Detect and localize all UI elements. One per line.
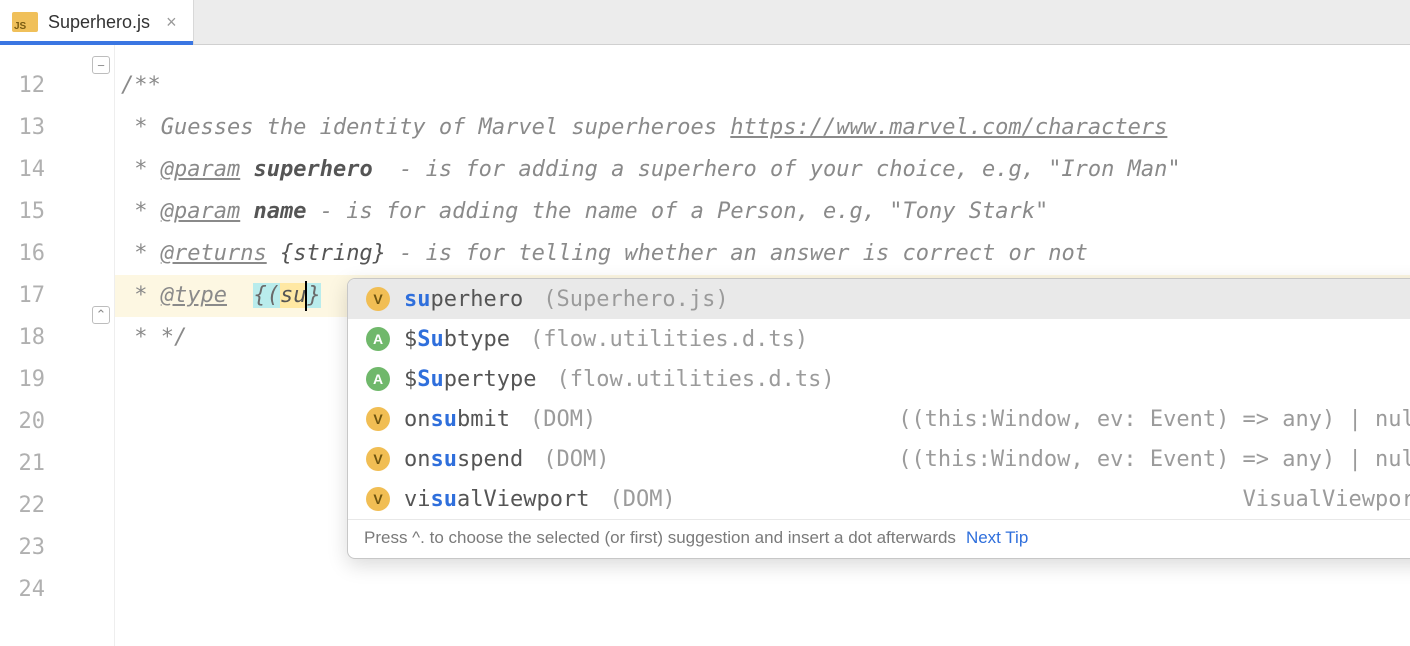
kind-variable-icon: V <box>366 487 390 511</box>
line-number: 23 <box>0 527 55 569</box>
line-number: 21 <box>0 443 55 485</box>
kind-variable-icon: V <box>366 287 390 311</box>
kind-abstract-icon: A <box>366 327 390 351</box>
line-number: 13 <box>0 107 55 149</box>
fold-gutter: − ⌃ <box>55 45 115 646</box>
tab-title: Superhero.js <box>48 12 150 33</box>
line-number-gutter: 12131415161718192021222324 <box>0 45 55 646</box>
line-number: 19 <box>0 359 55 401</box>
autocomplete-item[interactable]: Vonsubmit (DOM) ((this:Window, ev: Event) … <box>348 399 1410 439</box>
autocomplete-item[interactable]: Vsuperhero (Superhero.js) <box>348 279 1410 319</box>
suggestion-name: $Subtype <box>404 327 510 352</box>
line-number: 18 <box>0 317 55 359</box>
suggestion-name: visualViewport <box>404 487 589 512</box>
js-file-icon <box>12 12 38 32</box>
line-number: 20 <box>0 401 55 443</box>
kind-variable-icon: V <box>366 407 390 431</box>
suggestion-name: superhero <box>404 287 523 312</box>
suggestion-source: (Superhero.js) <box>543 287 728 312</box>
tab-bar: Superhero.js × <box>0 0 1410 45</box>
file-tab[interactable]: Superhero.js × <box>0 0 194 44</box>
line-number: 17 <box>0 275 55 317</box>
code-line: * @param superhero - is for adding a sup… <box>115 149 1410 191</box>
suggestion-source: (DOM) <box>530 407 596 432</box>
line-number: 16 <box>0 233 55 275</box>
autocomplete-item[interactable]: Vonsuspend (DOM) ((this:Window, ev: Event)… <box>348 439 1410 479</box>
suggestion-name: $Supertype <box>404 367 536 392</box>
code-line: /** <box>115 65 1410 107</box>
suggestion-name: onsuspend <box>404 447 523 472</box>
fold-open-icon[interactable]: − <box>92 56 110 74</box>
code-line: * @param name - is for adding the name o… <box>115 191 1410 233</box>
line-number: 12 <box>0 65 55 107</box>
code-area[interactable]: /** * Guesses the identity of Marvel sup… <box>115 45 1410 646</box>
line-number: 22 <box>0 485 55 527</box>
suggestion-type: VisualViewport <box>1243 487 1410 512</box>
line-number: 24 <box>0 569 55 611</box>
autocomplete-footer: Press ^. to choose the selected (or firs… <box>348 519 1410 558</box>
suggestion-source: (DOM) <box>543 447 609 472</box>
editor: 12131415161718192021222324 − ⌃ /** * Gue… <box>0 45 1410 646</box>
line-number: 15 <box>0 191 55 233</box>
code-line: * Guesses the identity of Marvel superhe… <box>115 107 1410 149</box>
next-tip-link[interactable]: Next Tip <box>966 528 1028 548</box>
suggestion-source: (DOM) <box>609 487 675 512</box>
line-number: 14 <box>0 149 55 191</box>
code-line <box>115 569 1410 611</box>
code-line: * @returns {string} - is for telling whe… <box>115 233 1410 275</box>
suggestion-source: (flow.utilities.d.ts) <box>530 327 808 352</box>
suggestion-source: (flow.utilities.d.ts) <box>556 367 834 392</box>
suggestion-type: ((this:Window, ev: Event) => any) | null <box>898 407 1410 432</box>
autocomplete-item[interactable]: A $Supertype (flow.utilities.d.ts) <box>348 359 1410 399</box>
autocomplete-item[interactable]: A $Subtype (flow.utilities.d.ts) <box>348 319 1410 359</box>
suggestion-name: onsubmit <box>404 407 510 432</box>
close-icon[interactable]: × <box>166 12 177 33</box>
fold-close-icon[interactable]: ⌃ <box>92 306 110 324</box>
suggestion-type: ((this:Window, ev: Event) => any) | null <box>898 447 1410 472</box>
footer-hint: Press ^. to choose the selected (or firs… <box>364 528 956 548</box>
kind-abstract-icon: A <box>366 367 390 391</box>
autocomplete-item[interactable]: VvisualViewport (DOM) VisualViewport <box>348 479 1410 519</box>
autocomplete-popup: Vsuperhero (Superhero.js) A $Subtype (flow.u… <box>347 278 1410 559</box>
kind-variable-icon: V <box>366 447 390 471</box>
